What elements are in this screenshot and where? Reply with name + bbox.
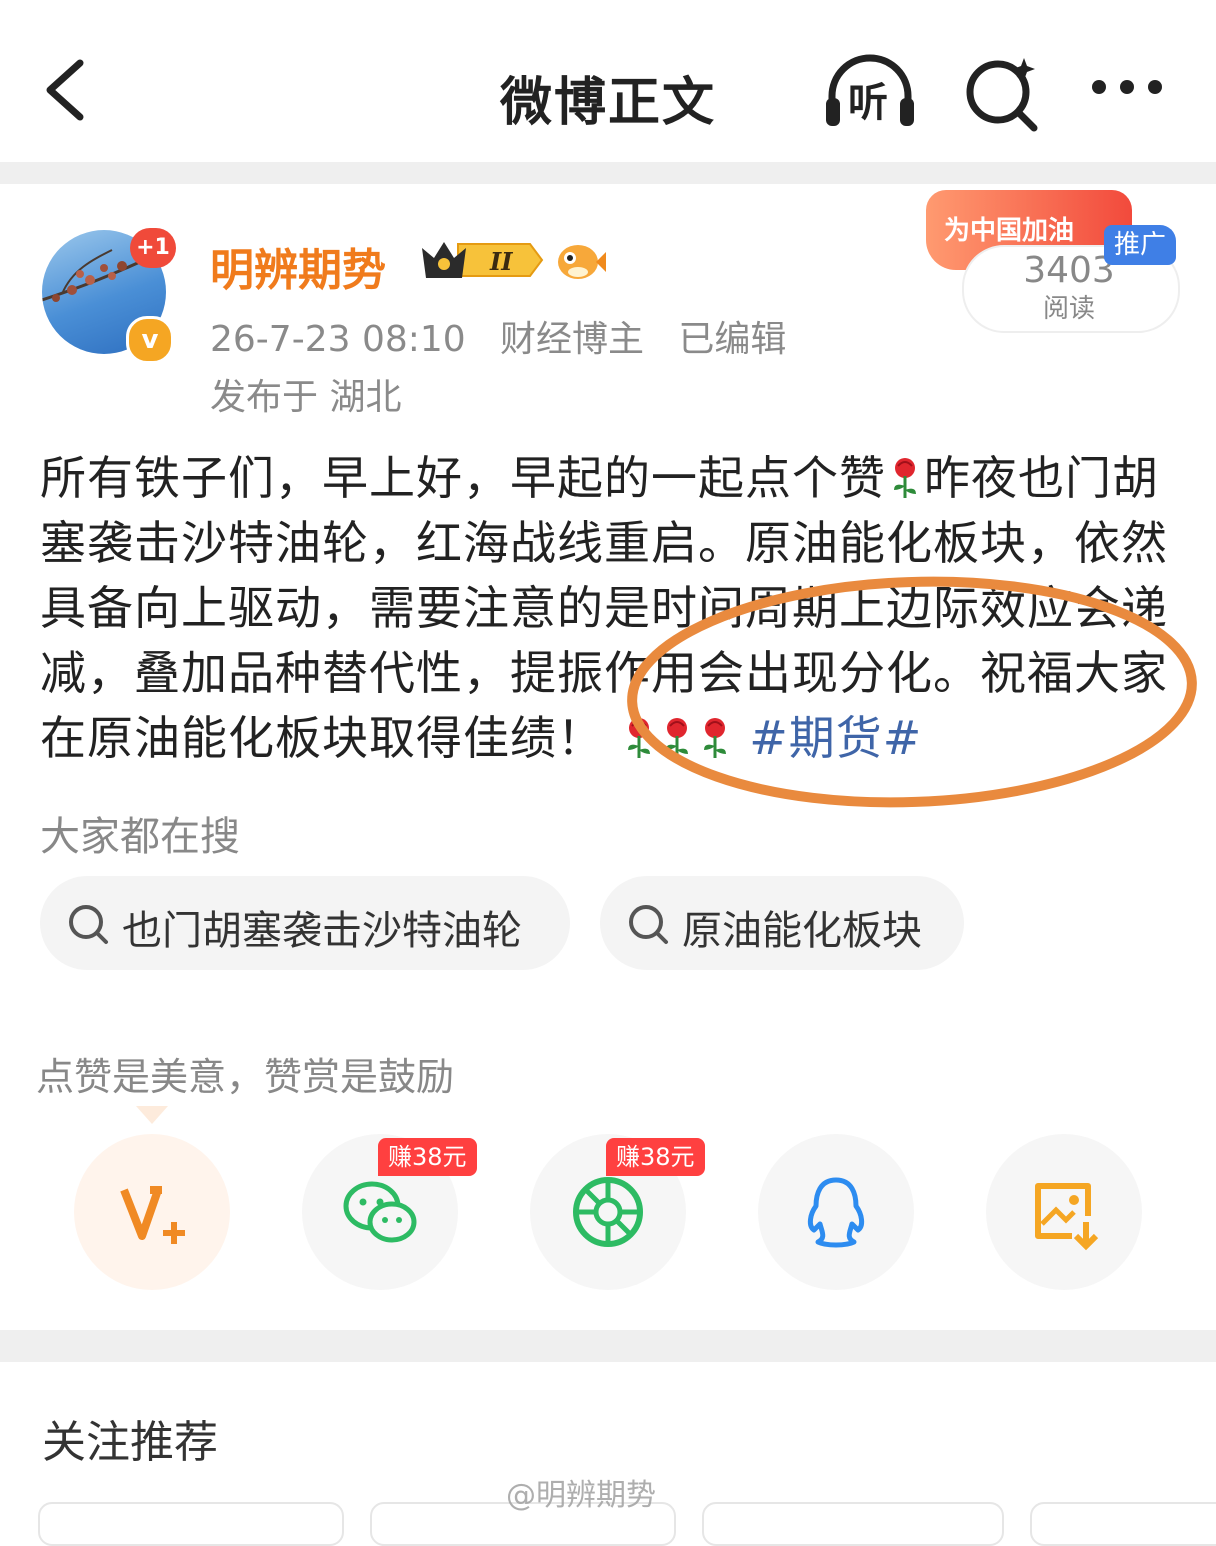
recommended-follows-title: 关注推荐 bbox=[42, 1417, 218, 1468]
level-badge-text: II bbox=[489, 247, 513, 276]
more-options-icon[interactable] bbox=[1090, 80, 1170, 100]
recommend-card[interactable] bbox=[1030, 1502, 1216, 1546]
wechat-icon bbox=[343, 1181, 417, 1243]
search-icon bbox=[629, 905, 668, 944]
post-meta: 26-7-23 08:10 财经博主 已编辑 bbox=[210, 310, 786, 362]
recommend-card[interactable] bbox=[702, 1502, 1004, 1546]
edited-label: 已编辑 bbox=[678, 319, 787, 360]
trending-search-heading: 大家都在搜 bbox=[40, 814, 240, 860]
post-date: 26-7-23 08:10 bbox=[210, 319, 466, 360]
section-divider bbox=[0, 1330, 1216, 1362]
tooltip-pointer bbox=[136, 1106, 168, 1124]
earn-reward-badge: 赚38元 bbox=[378, 1138, 477, 1176]
verified-badge-icon: v bbox=[126, 316, 174, 364]
save-image-button[interactable] bbox=[986, 1134, 1142, 1290]
v-plus-reward-icon bbox=[120, 1186, 185, 1244]
author-name[interactable]: 明辨期势 bbox=[210, 234, 386, 298]
share-qq-button[interactable] bbox=[758, 1134, 914, 1290]
encourage-text: 点赞是美意，赞赏是鼓励 bbox=[36, 1055, 455, 1099]
avatar-notification-badge: +1 bbox=[130, 228, 176, 268]
search-suggestion-label: 也门胡塞袭击沙特油轮 bbox=[122, 908, 522, 954]
rose-emoji-icon bbox=[894, 458, 916, 498]
reward-button[interactable] bbox=[74, 1134, 230, 1290]
search-icon bbox=[69, 905, 108, 944]
save-image-icon bbox=[1035, 1183, 1099, 1251]
moments-aperture-icon bbox=[573, 1177, 643, 1247]
section-divider bbox=[0, 162, 1216, 184]
search-suggestion-chip[interactable]: 也门胡塞袭击沙特油轮 bbox=[40, 876, 570, 970]
author-category: 财经博主 bbox=[500, 319, 645, 360]
annotation-circle bbox=[627, 576, 1197, 808]
qq-penguin-icon bbox=[807, 1177, 865, 1248]
post-text-part1: 所有铁子们，早上好，早起的一起点个赞 bbox=[40, 451, 886, 505]
recommend-card[interactable] bbox=[38, 1502, 344, 1546]
pufferfish-badge-icon[interactable] bbox=[554, 236, 606, 284]
promo-tag: 推广 bbox=[1104, 225, 1176, 265]
watermark-text: @明辨期势 bbox=[506, 1478, 656, 1513]
search-icon[interactable] bbox=[962, 52, 1042, 132]
search-suggestion-label: 原油能化板块 bbox=[682, 908, 922, 954]
search-suggestion-chip[interactable]: 原油能化板块 bbox=[600, 876, 964, 970]
earn-reward-badge: 赚38元 bbox=[606, 1138, 705, 1176]
member-level-crown-icon[interactable]: II bbox=[418, 236, 544, 284]
listen-label[interactable]: 听 bbox=[848, 70, 888, 128]
read-count-label: 阅读 bbox=[1042, 294, 1095, 324]
promo-banner-text: 为中国加油 bbox=[944, 216, 1075, 246]
post-location: 发布于 湖北 bbox=[210, 377, 402, 418]
